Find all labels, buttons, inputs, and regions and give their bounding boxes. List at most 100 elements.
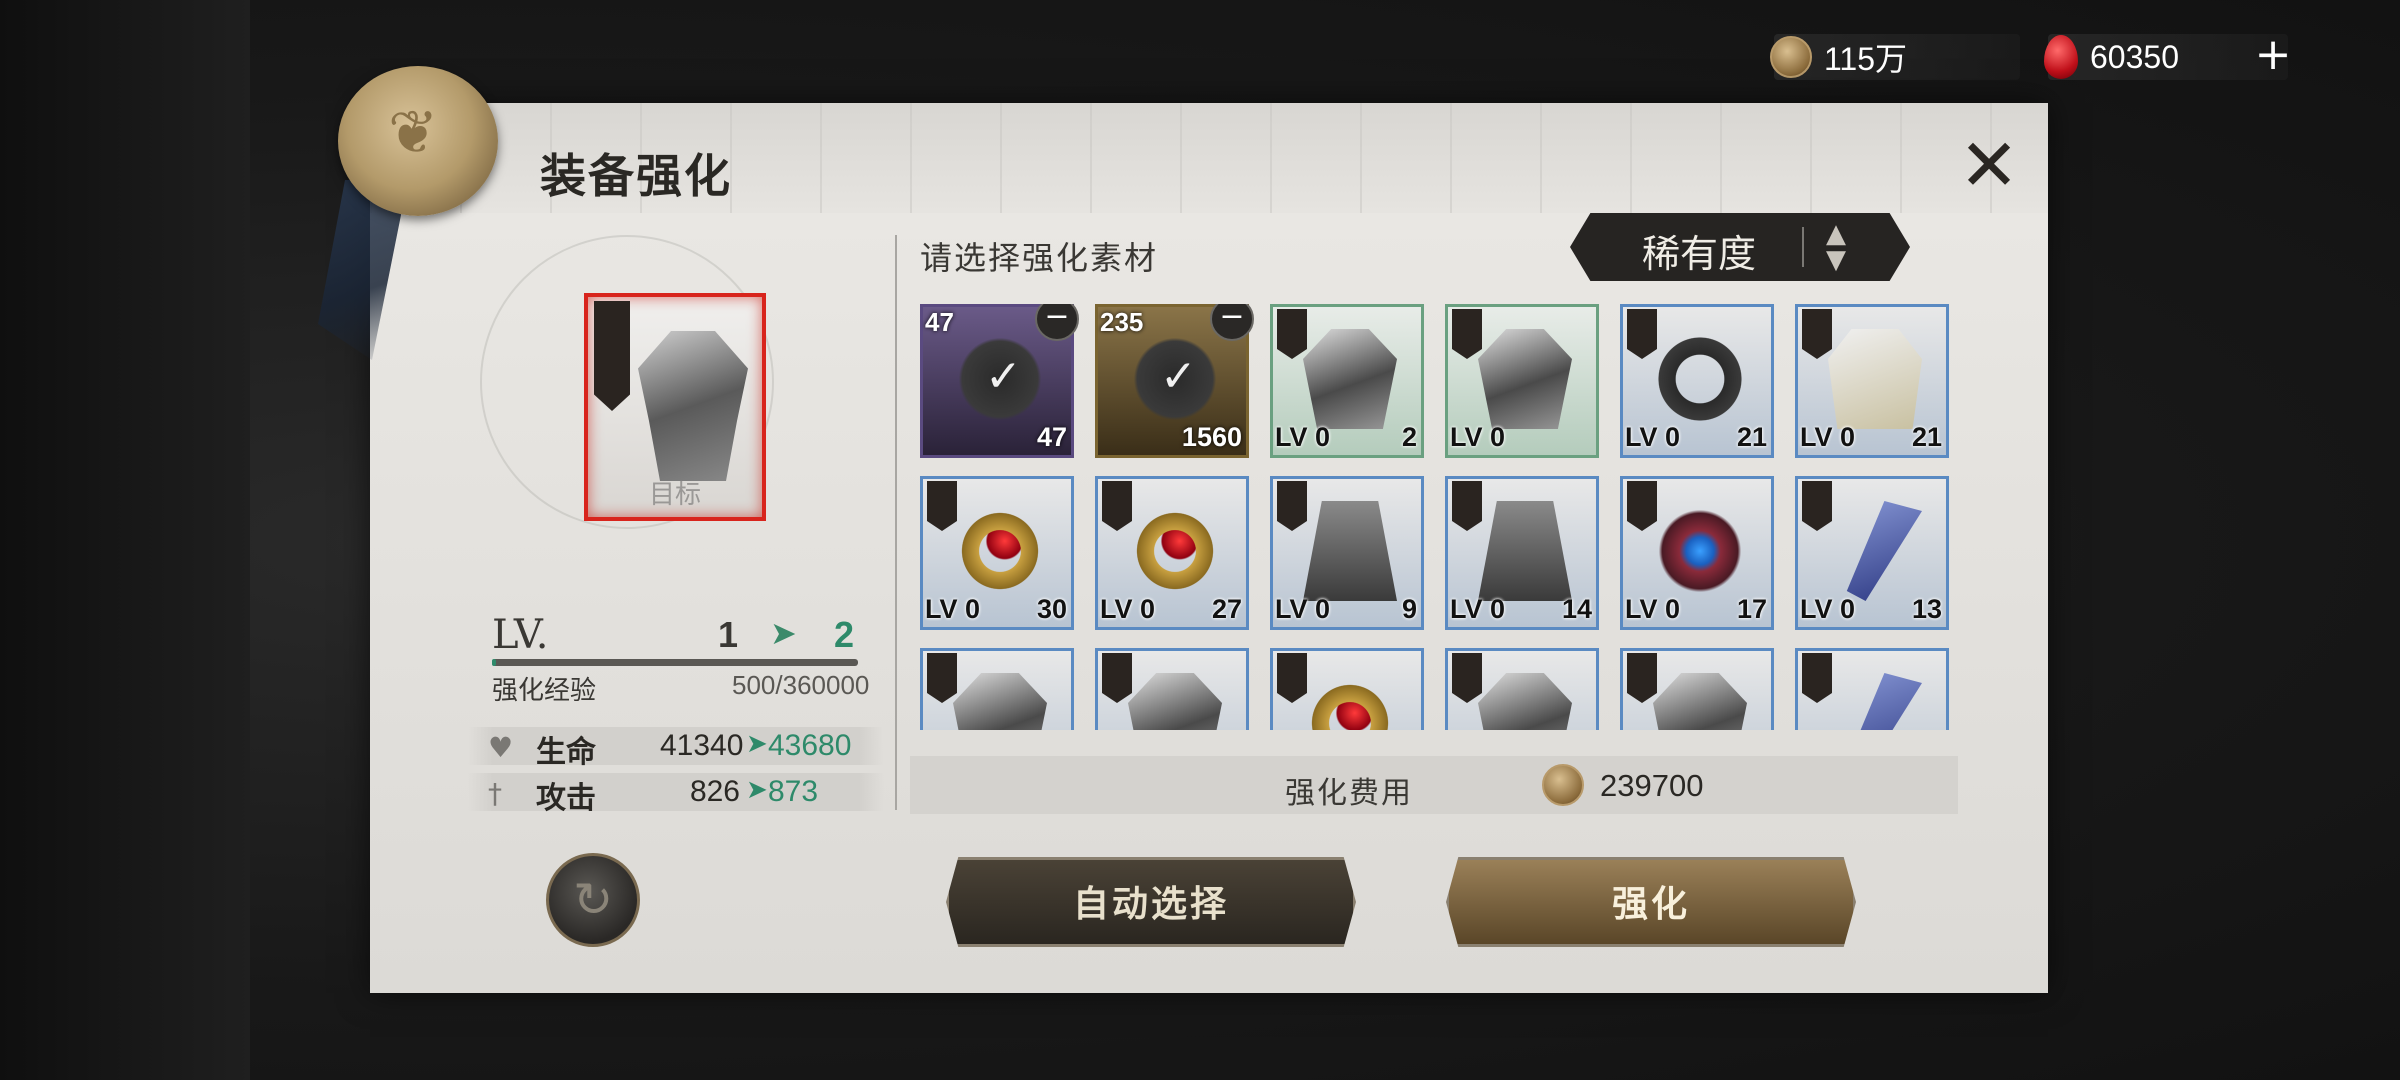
equipment-type-tag [1802, 653, 1832, 703]
item-quantity: 2 [1401, 422, 1417, 452]
item-quantity: 14 [1561, 594, 1592, 624]
item-quantity: 17 [1736, 594, 1767, 624]
equipment-type-tag [594, 301, 630, 411]
material-item[interactable]: 235 − 1560 [1095, 304, 1254, 458]
material-item[interactable]: LV 0 21 [1620, 304, 1774, 458]
coin-icon [1770, 36, 1812, 78]
level-label: LV. [492, 612, 549, 658]
equipment-type-tag [1102, 481, 1132, 531]
armor-icon [1303, 329, 1397, 429]
arrow-right-icon: ➤ [746, 729, 768, 759]
equipment-type-tag [1277, 481, 1307, 531]
target-equipment-slot[interactable]: 目标 [584, 293, 766, 521]
equipment-type-tag [1452, 481, 1482, 531]
item-quantity: 27 [1211, 594, 1242, 624]
ring-icon [1128, 501, 1222, 601]
cost-bar: 强化费用 239700 [910, 756, 1958, 814]
feather-icon [1846, 501, 1922, 601]
selected-count: 47 [925, 307, 954, 337]
cape-icon [1303, 501, 1397, 601]
amulet-icon [1653, 501, 1747, 601]
exp-value: 500/360000 [732, 670, 870, 700]
material-item[interactable]: LV 0 14 [1445, 476, 1599, 630]
armor-icon [1478, 329, 1572, 429]
material-grid: 47−47235−1560LV 02LV 0LV 021LV 021LV 030… [920, 304, 1950, 730]
material-prompt: 请选择强化素材 [920, 239, 1159, 277]
sort-rarity-button[interactable]: 稀有度 ▲ ▼ [1570, 213, 1910, 281]
material-item[interactable]: 47 − 47 [920, 304, 1079, 458]
ring-icon [953, 501, 1047, 601]
material-item[interactable] [1095, 648, 1249, 730]
item-level: LV 0 [1275, 422, 1331, 452]
item-quantity: 9 [1401, 594, 1417, 624]
stat-new: 43680 [768, 729, 852, 762]
arrow-right-icon: ➤ [746, 775, 768, 805]
stat-name: 生命 [536, 735, 596, 770]
close-button[interactable]: ✕ [1954, 129, 2024, 201]
enhance-button[interactable]: 强化 [1446, 857, 1856, 947]
equipment-type-tag [1452, 309, 1482, 359]
exp-progress-bar [492, 659, 858, 666]
target-label: 目标 [648, 480, 701, 510]
stat-current: 41340 [660, 729, 744, 762]
equipment-type-tag [1802, 481, 1832, 531]
sort-label: 稀有度 [1642, 232, 1757, 276]
equipment-type-tag [1277, 653, 1307, 703]
material-item[interactable]: LV 0 30 [920, 476, 1074, 630]
item-level: LV 0 [1800, 594, 1856, 624]
material-item[interactable]: LV 0 2 [1270, 304, 1424, 458]
item-quantity: 30 [1036, 594, 1067, 624]
material-item[interactable]: LV 0 27 [1095, 476, 1249, 630]
material-item[interactable]: LV 0 13 [1795, 476, 1949, 630]
dialog-title: 装备强化 [540, 149, 732, 203]
reset-button[interactable]: ↻ [546, 853, 640, 947]
material-item[interactable] [1795, 648, 1949, 730]
coin-amount: 115万 [1824, 41, 1908, 77]
coat-icon [1828, 329, 1922, 429]
material-item[interactable]: LV 0 9 [1270, 476, 1424, 630]
gem-icon [2044, 35, 2078, 79]
item-level: LV 0 [1100, 594, 1156, 624]
level-next: 2 [834, 614, 855, 655]
armor-icon [638, 331, 748, 481]
sort-separator [1802, 227, 1804, 267]
item-level: LV 0 [1800, 422, 1856, 452]
mat-icon [1128, 329, 1222, 429]
equipment-type-tag [927, 481, 957, 531]
mat-icon [953, 329, 1047, 429]
auto-select-button[interactable]: 自动选择 [946, 857, 1356, 947]
material-item[interactable] [920, 648, 1074, 730]
item-level: LV 0 [1450, 422, 1506, 452]
equipment-type-tag [1452, 653, 1482, 703]
level-current: 1 [718, 614, 739, 655]
material-item[interactable]: LV 0 21 [1795, 304, 1949, 458]
item-quantity: 21 [1736, 422, 1767, 452]
equipment-type-tag [1802, 309, 1832, 359]
equipment-type-tag [1627, 481, 1657, 531]
divider [895, 235, 897, 810]
feather-icon [1846, 673, 1922, 730]
equipment-type-tag [1627, 309, 1657, 359]
item-level: LV 0 [1625, 594, 1681, 624]
coin-icon [1542, 764, 1584, 806]
cost-label: 强化费用 [1285, 776, 1413, 811]
arrow-right-icon: ➤ [770, 614, 797, 652]
add-gems-button[interactable]: + [2248, 30, 2298, 80]
minus-button[interactable]: − [1210, 304, 1254, 341]
equipment-type-tag [1277, 309, 1307, 359]
stat-row-hp: ♥ 生命 41340 ➤ 43680 [468, 727, 884, 770]
material-item[interactable]: LV 0 [1445, 304, 1599, 458]
material-item[interactable]: LV 0 17 [1620, 476, 1774, 630]
exp-progress-fill [492, 659, 496, 666]
item-quantity: 13 [1911, 594, 1942, 624]
equipment-type-tag [927, 653, 957, 703]
stat-current: 826 [689, 775, 740, 808]
material-item[interactable] [1270, 648, 1424, 730]
minus-button[interactable]: − [1035, 304, 1079, 341]
equipment-type-tag [1627, 653, 1657, 703]
coin-counter: 115万 [1770, 34, 2020, 80]
material-item[interactable] [1445, 648, 1599, 730]
stat-row-attack: † 攻击 826 ➤ 873 [468, 773, 884, 816]
material-item[interactable] [1620, 648, 1774, 730]
item-quantity: 21 [1911, 422, 1942, 452]
